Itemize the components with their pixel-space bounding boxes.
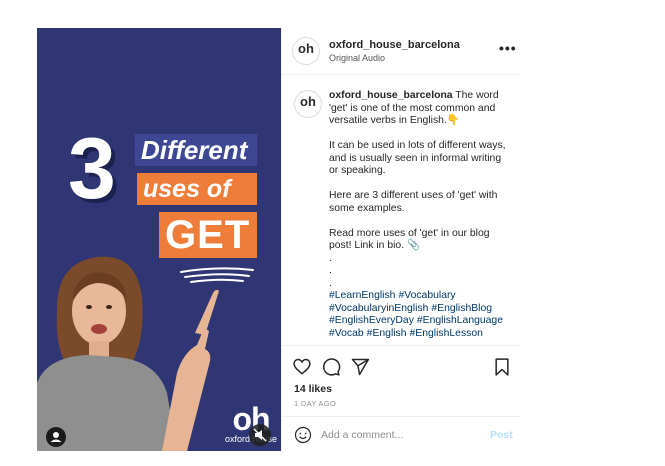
image-line-different: Different — [135, 134, 257, 166]
paperclip-emoji: 📎 — [406, 240, 420, 251]
hashtag-link[interactable]: #EnglishLesson — [410, 328, 483, 339]
header-avatar-text: oh — [298, 41, 314, 56]
header-avatar[interactable]: oh — [292, 37, 320, 65]
caption-dot: . — [329, 277, 332, 289]
hashtag-link[interactable]: #Vocabulary — [398, 290, 455, 301]
user-tag-icon[interactable] — [46, 427, 66, 447]
mute-icon[interactable] — [249, 424, 271, 446]
emoji-icon[interactable] — [294, 426, 312, 444]
post-comment-button[interactable]: Post — [490, 429, 513, 441]
hashtag-list: #LearnEnglish #Vocabulary #VocabularyinEn… — [329, 290, 512, 340]
post-date: 1 DAY AGO — [294, 399, 337, 408]
hashtag-link[interactable]: #English — [367, 328, 407, 339]
hashtag-link[interactable]: #LearnEnglish — [329, 290, 395, 301]
more-icon[interactable]: ••• — [499, 40, 517, 56]
caption-para3: Here are 3 different uses of 'get' with … — [329, 190, 498, 214]
pointing-down-emoji: 👇 — [446, 115, 460, 126]
image-line-uses-of: uses of — [137, 173, 257, 205]
comment-bar: Post — [282, 416, 521, 452]
bookmark-icon[interactable] — [492, 357, 512, 377]
woman-photo — [37, 256, 219, 451]
share-icon[interactable] — [350, 357, 370, 377]
caption-dot: . — [329, 252, 332, 264]
action-bar: 14 likes 1 DAY AGO — [282, 345, 521, 426]
caption-dot: . — [329, 265, 332, 276]
caption-area: oh oxford_house_barcelona The word 'get'… — [282, 75, 521, 345]
post-header: oh oxford_house_barcelona Original Audio… — [282, 28, 521, 75]
post-sidebar: oh oxford_house_barcelona Original Audio… — [281, 28, 521, 451]
comment-icon[interactable] — [321, 357, 341, 377]
caption-avatar[interactable]: oh — [294, 90, 322, 118]
likes-count[interactable]: 14 likes — [294, 383, 332, 395]
caption-avatar-text: oh — [300, 94, 316, 109]
hashtag-link[interactable]: #Vocab — [329, 328, 364, 339]
instagram-post: 3 Different uses of GET oh oxford house — [37, 28, 521, 451]
caption-username[interactable]: oxford_house_barcelona — [329, 90, 453, 101]
post-image[interactable]: 3 Different uses of GET oh oxford house — [37, 28, 281, 451]
comment-input[interactable] — [321, 426, 471, 444]
caption-text: oxford_house_barcelona The word 'get' is… — [329, 90, 512, 340]
hashtag-link[interactable]: #EnglishEveryDay — [329, 315, 414, 326]
hashtag-link[interactable]: #EnglishLanguage — [417, 315, 503, 326]
header-audio[interactable]: Original Audio — [329, 53, 385, 63]
hashtag-link[interactable]: #EnglishBlog — [431, 303, 492, 314]
hashtag-link[interactable]: #VocabularyinEnglish — [329, 303, 428, 314]
image-big-number: 3 — [68, 121, 116, 217]
caption-para2: It can be used in lots of different ways… — [329, 140, 506, 176]
heart-icon[interactable] — [292, 357, 312, 377]
header-username[interactable]: oxford_house_barcelona — [329, 39, 460, 51]
image-line-get: GET — [159, 212, 257, 258]
